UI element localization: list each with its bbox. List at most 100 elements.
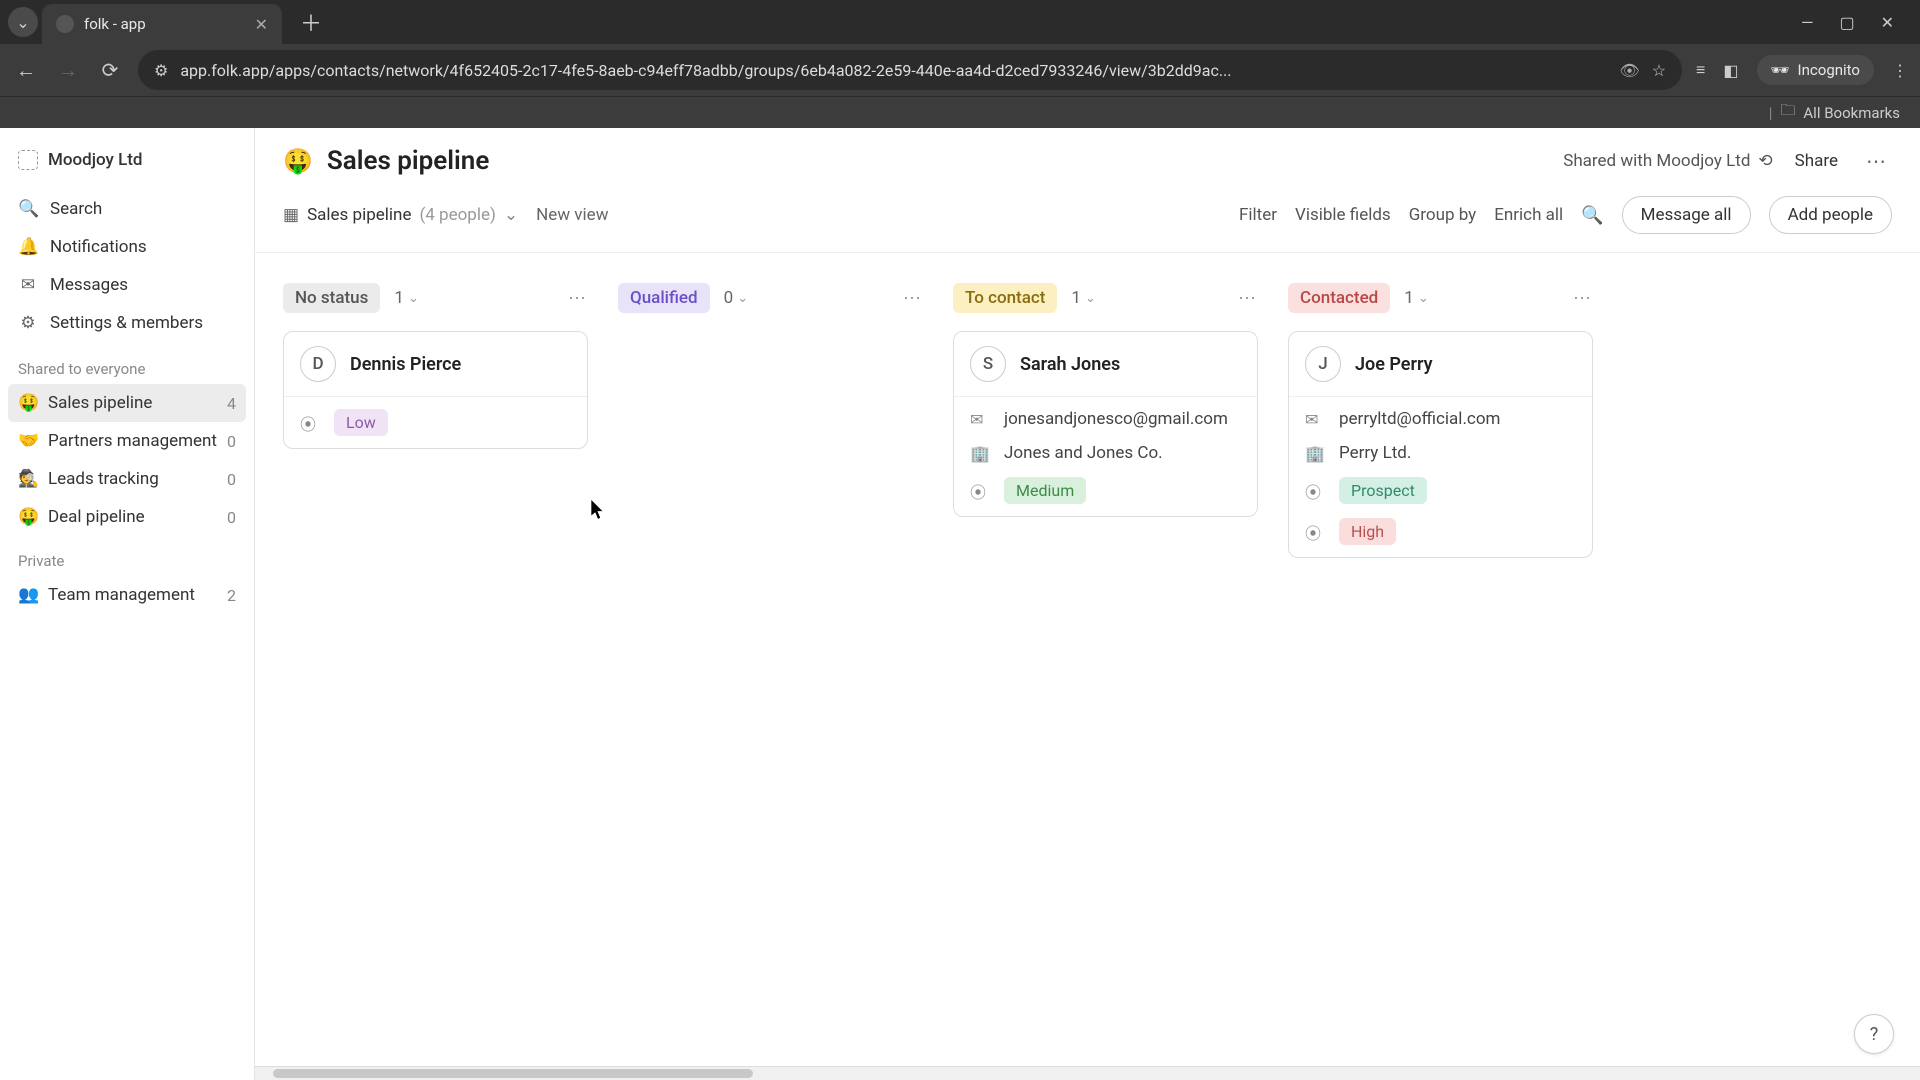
- contact-card[interactable]: S Sarah Jones ✉jonesandjonesco@gmail.com…: [953, 331, 1258, 517]
- status-chip[interactable]: No status: [283, 283, 380, 313]
- nav-label: Notifications: [50, 237, 147, 257]
- field-value: perryltd@official.com: [1339, 409, 1500, 429]
- tag-chip: Prospect: [1339, 477, 1427, 504]
- incognito-icon: 🕶: [1771, 61, 1790, 79]
- board-column: No status 1 ⌄ ⋯ D Dennis Pierce ⦿Low: [283, 283, 588, 1050]
- sidebar-group-partners-management[interactable]: 🤝Partners management0: [8, 422, 246, 460]
- sidebar-section-label: Private: [8, 536, 246, 576]
- sidebar-group-deal-pipeline[interactable]: 🤑Deal pipeline0: [8, 498, 246, 536]
- view-selector[interactable]: ▦ Sales pipeline (4 people) ⌄: [283, 205, 518, 225]
- people-count: (4 people): [419, 205, 495, 225]
- forward-button[interactable]: →: [54, 58, 82, 83]
- browser-tab[interactable]: folk - app ✕: [42, 4, 282, 44]
- card-header: D Dennis Pierce: [284, 332, 587, 397]
- main-panel: 🤑 Sales pipeline Shared with Moodjoy Ltd…: [255, 128, 1920, 1080]
- column-count[interactable]: 1 ⌄: [1071, 288, 1095, 308]
- status-chip[interactable]: Qualified: [618, 283, 710, 313]
- url-field[interactable]: ⚙ app.folk.app/apps/contacts/network/4f6…: [138, 50, 1682, 90]
- group-emoji: 🤑: [18, 507, 38, 527]
- column-count[interactable]: 0 ⌄: [724, 288, 748, 308]
- new-tab-button[interactable]: ＋: [286, 6, 336, 38]
- nav-icon: 🔍: [18, 199, 38, 219]
- eye-off-icon[interactable]: 👁: [1619, 61, 1639, 80]
- filter-button[interactable]: Filter: [1239, 205, 1277, 225]
- chevron-down-icon: ⌄: [737, 291, 748, 306]
- view-name: Sales pipeline: [307, 205, 411, 225]
- side-panel-icon[interactable]: ◧: [1723, 61, 1738, 80]
- share-button[interactable]: Share: [1787, 151, 1846, 171]
- bookmark-bar: | 🗀 All Bookmarks: [0, 96, 1920, 128]
- card-field: 🏢Perry Ltd.: [1305, 443, 1576, 463]
- url-text: app.folk.app/apps/contacts/network/4f652…: [180, 61, 1607, 80]
- new-view-button[interactable]: New view: [536, 205, 608, 225]
- sidebar-nav-notifications[interactable]: 🔔Notifications: [8, 228, 246, 266]
- all-bookmarks-button[interactable]: All Bookmarks: [1803, 104, 1900, 122]
- message-all-button[interactable]: Message all: [1622, 196, 1751, 234]
- group-emoji: 👥: [18, 585, 38, 605]
- status-chip[interactable]: Contacted: [1288, 283, 1390, 313]
- group-by-button[interactable]: Group by: [1409, 205, 1477, 225]
- contact-card[interactable]: J Joe Perry ✉perryltd@official.com🏢Perry…: [1288, 331, 1593, 558]
- enrich-all-button[interactable]: Enrich all: [1494, 205, 1563, 225]
- incognito-chip[interactable]: 🕶 Incognito: [1757, 55, 1875, 85]
- column-more-button[interactable]: ⋯: [568, 288, 588, 309]
- chevron-down-icon: ⌄: [504, 205, 518, 225]
- tab-close-icon[interactable]: ✕: [255, 15, 268, 34]
- nav-label: Settings & members: [50, 313, 203, 333]
- bookmark-star-icon[interactable]: ☆: [1652, 61, 1666, 80]
- field-icon: ⦿: [1305, 479, 1323, 503]
- nav-label: Search: [50, 199, 102, 219]
- reload-button[interactable]: ⟳: [96, 58, 124, 82]
- page-more-button[interactable]: ⋯: [1860, 149, 1892, 173]
- shared-with-indicator[interactable]: Shared with Moodjoy Ltd ⟲: [1563, 151, 1772, 171]
- card-body: ✉jonesandjonesco@gmail.com🏢Jones and Jon…: [954, 397, 1257, 516]
- extensions-icon[interactable]: ≡: [1696, 60, 1705, 80]
- sidebar-nav-search[interactable]: 🔍 Search: [8, 190, 246, 228]
- column-more-button[interactable]: ⋯: [1238, 288, 1258, 309]
- group-count: 0: [227, 432, 236, 451]
- maximize-button[interactable]: ▢: [1839, 13, 1854, 32]
- avatar: S: [970, 346, 1006, 382]
- sidebar-group-leads-tracking[interactable]: 🕵️Leads tracking0: [8, 460, 246, 498]
- kanban-board: No status 1 ⌄ ⋯ D Dennis Pierce ⦿Low Qua…: [255, 253, 1920, 1080]
- group-emoji: 🤑: [18, 393, 38, 413]
- sidebar-nav: 🔍 Search 🔔Notifications✉Messages⚙Settings …: [8, 190, 246, 342]
- column-more-button[interactable]: ⋯: [903, 288, 923, 309]
- board-icon: ▦: [283, 205, 299, 225]
- column-count[interactable]: 1 ⌄: [394, 288, 418, 308]
- help-button[interactable]: ?: [1854, 1014, 1894, 1054]
- card-field: ⦿High: [1305, 518, 1576, 545]
- sidebar-group-sales-pipeline[interactable]: 🤑Sales pipeline4: [8, 384, 246, 422]
- workspace-name: Moodjoy Ltd: [48, 150, 143, 170]
- tab-bar: ⌄ folk - app ✕ ＋ — ▢ ✕: [0, 0, 1920, 44]
- sidebar-nav-messages[interactable]: ✉Messages: [8, 266, 246, 304]
- field-value: Perry Ltd.: [1339, 443, 1411, 463]
- horizontal-scrollbar[interactable]: [255, 1066, 1920, 1080]
- board-column: Qualified 0 ⌄ ⋯: [618, 283, 923, 1050]
- column-header: Contacted 1 ⌄ ⋯: [1288, 283, 1593, 313]
- sidebar-section-label: Shared to everyone: [8, 344, 246, 384]
- column-count[interactable]: 1 ⌄: [1404, 288, 1428, 308]
- workspace-switcher[interactable]: Moodjoy Ltd: [8, 142, 246, 178]
- page-emoji: 🤑: [283, 147, 313, 175]
- tag-chip: High: [1339, 518, 1396, 545]
- card-field: 🏢Jones and Jones Co.: [970, 443, 1241, 463]
- browser-menu-button[interactable]: ⋮: [1892, 61, 1908, 80]
- card-field: ⦿Low: [300, 409, 571, 436]
- add-people-button[interactable]: Add people: [1769, 196, 1892, 234]
- site-info-icon[interactable]: ⚙: [154, 61, 168, 80]
- close-window-button[interactable]: ✕: [1881, 13, 1894, 32]
- sidebar-group-team-management[interactable]: 👥Team management2: [8, 576, 246, 614]
- address-bar: ← → ⟳ ⚙ app.folk.app/apps/contacts/netwo…: [0, 44, 1920, 96]
- tab-search-button[interactable]: ⌄: [8, 7, 38, 37]
- column-more-button[interactable]: ⋯: [1573, 288, 1593, 309]
- search-icon[interactable]: 🔍: [1581, 205, 1603, 226]
- visible-fields-button[interactable]: Visible fields: [1295, 205, 1391, 225]
- board-column: To contact 1 ⌄ ⋯ S Sarah Jones ✉jonesand…: [953, 283, 1258, 1050]
- back-button[interactable]: ←: [12, 58, 40, 83]
- contact-card[interactable]: D Dennis Pierce ⦿Low: [283, 331, 588, 449]
- main-header: 🤑 Sales pipeline Shared with Moodjoy Ltd…: [255, 128, 1920, 186]
- status-chip[interactable]: To contact: [953, 283, 1057, 313]
- sidebar-nav-settings-members[interactable]: ⚙Settings & members: [8, 304, 246, 342]
- minimize-button[interactable]: —: [1801, 13, 1814, 32]
